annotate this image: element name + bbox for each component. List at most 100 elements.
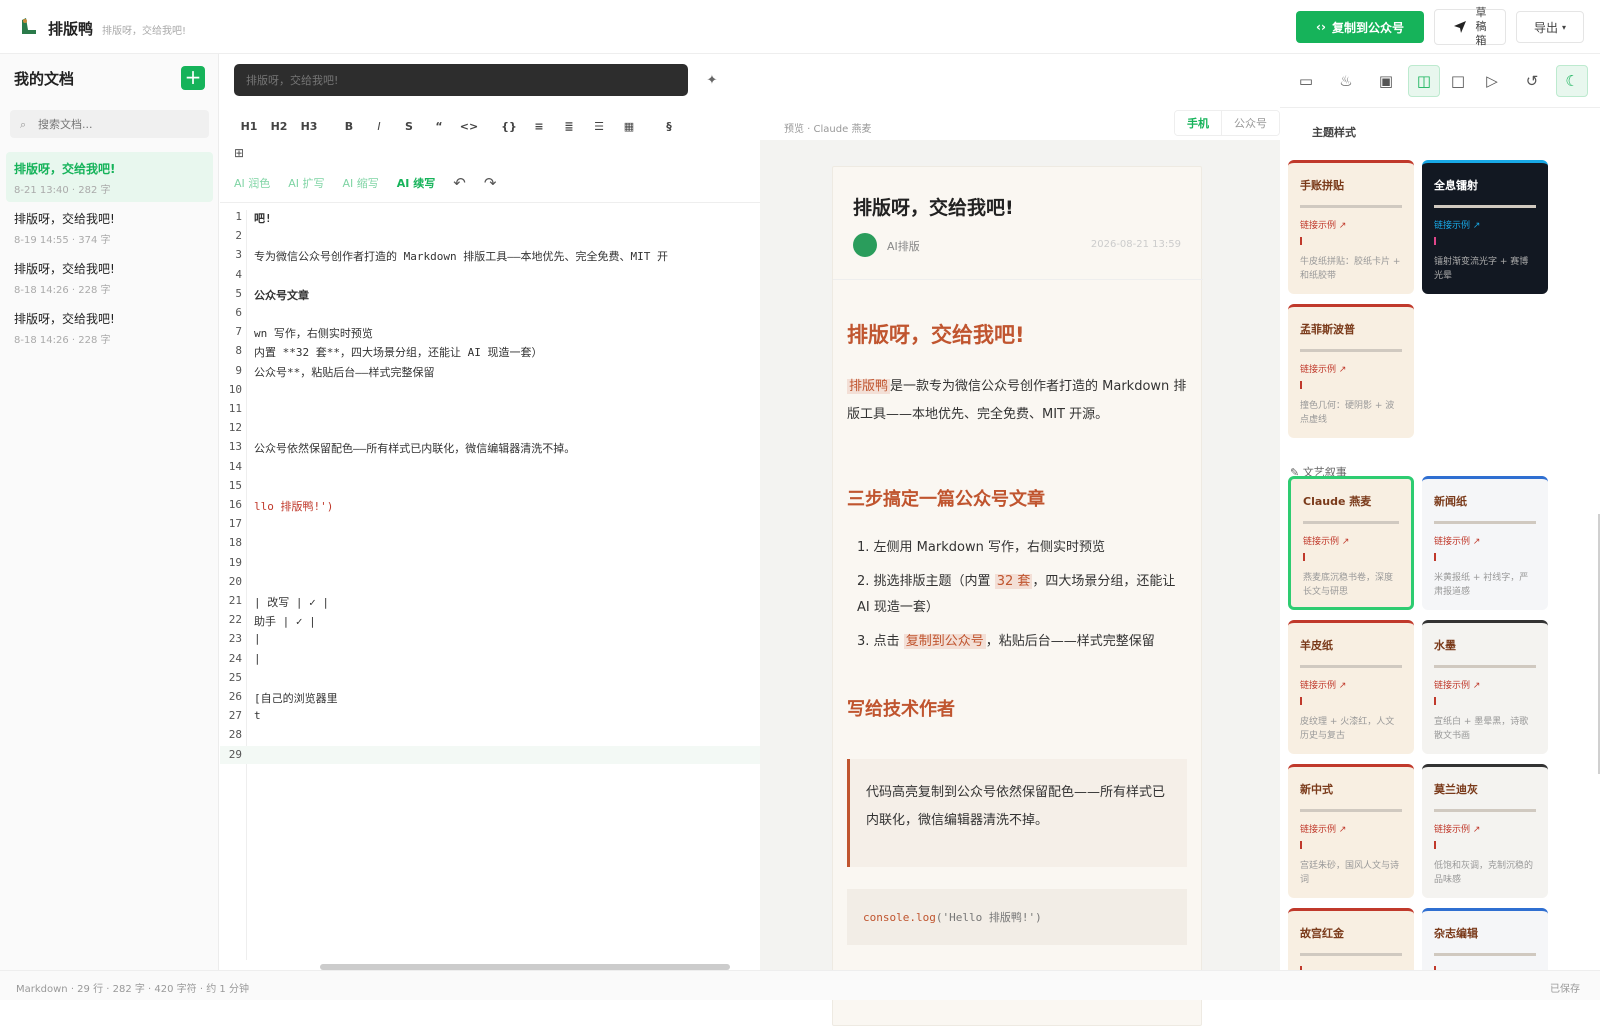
theme-card[interactable]: 故宫红金 (1288, 908, 1414, 970)
format-button[interactable]: B (334, 120, 364, 133)
theme-card-name: 手账拼贴 (1300, 179, 1344, 192)
magic-wand-icon[interactable]: ✦ (698, 66, 726, 94)
theme-card[interactable]: 羊皮纸 链接示例 ↗ 皮纹理 + 火漆红，人文历史与复古 (1288, 620, 1414, 754)
line-number: 28 (228, 728, 242, 742)
redo-icon[interactable]: ↷ (484, 174, 497, 192)
line-number: 10 (228, 382, 242, 396)
format-button[interactable]: H1 (234, 120, 264, 133)
theme-card[interactable]: Claude 燕麦 链接示例 ↗ 燕麦底沉稳书卷，深度长文与研思 (1288, 476, 1414, 610)
theme-card-desc: 宣纸白 + 墨晕黑，诗歌散文书画 (1434, 717, 1529, 741)
export-button[interactable]: 导出 ▾ (1516, 11, 1584, 43)
line-number: 2 (235, 229, 242, 243)
preview-theme-hint[interactable]: 预览 · Claude 燕麦 (784, 120, 871, 135)
line-number: 21 (228, 594, 242, 607)
code-line: 公众号文章 (254, 288, 309, 302)
theme-card[interactable]: 莫兰迪灰 链接示例 ↗ 低饱和灰调，克制沉稳的品味感 (1422, 764, 1548, 898)
format-button[interactable]: H3 (294, 120, 324, 133)
dark-mode-icon[interactable]: ☾ (1556, 65, 1588, 97)
theme-card-decoration (1303, 521, 1399, 524)
undo-icon[interactable]: ↶ (453, 174, 466, 192)
code-line: 助手 | ✓ | (254, 615, 316, 629)
history-icon[interactable]: ↺ (1516, 65, 1548, 97)
tab-wechat[interactable]: 公众号 (1222, 111, 1279, 135)
theme-card[interactable]: 孟菲斯波普 链接示例 ↗ 撞色几何：硬阴影 + 波点虚线 (1288, 304, 1414, 438)
list-item[interactable]: 排版呀，交给我吧! 8-19 14:55 · 374 字 (6, 202, 213, 252)
theme-card-name: 莫兰迪灰 (1434, 783, 1478, 796)
theme-card-decoration (1434, 841, 1436, 849)
format-button[interactable]: {} (494, 120, 524, 133)
document-list: 排版呀，交给我吧! 8-21 13:40 · 282 字 排版呀，交给我吧! 8… (6, 152, 213, 352)
code-editor[interactable]: 1 吧! 2 3 专为微信公众号创作者打造的 Markdown 排版工具——本地优先、完… (220, 210, 760, 960)
format-button[interactable]: § (654, 120, 684, 133)
format-button[interactable]: ≡ (524, 120, 554, 133)
ai-prompt-input[interactable] (234, 64, 688, 96)
line-number: 26 (228, 690, 242, 703)
article-subheading: 三步搞定一篇公众号文章 (847, 489, 1045, 510)
theme-card-name: 新中式 (1300, 783, 1333, 796)
article-title: 排版呀，交给我吧! (853, 197, 1014, 219)
blockquote: 代码高亮复制到公众号依然保留配色——所有样式已内联化，微信编辑器清洗不掉。 (847, 759, 1187, 867)
preview-only-icon[interactable]: ▷ (1476, 65, 1508, 97)
document-sidebar: 我的文档 + ⌕ 排版呀，交给我吧! 8-21 13:40 · 282 字 排版… (0, 54, 219, 970)
ai-continue-button[interactable]: AI 续写 (397, 175, 435, 191)
code-line: t (254, 709, 261, 723)
theme-card-link: 链接示例 ↗ (1300, 221, 1347, 231)
flame-icon[interactable]: ♨ (1330, 65, 1362, 97)
list-item[interactable]: 排版呀，交给我吧! 8-21 13:40 · 282 字 (6, 152, 213, 202)
theme-card-decoration (1300, 809, 1402, 812)
theme-panel-title: 主题样式 (1312, 126, 1356, 139)
theme-card-decoration (1300, 697, 1302, 705)
theme-card-desc: 镭射渐变流光字 + 赛博光晕 (1434, 257, 1529, 281)
single-view-icon[interactable]: □ (1442, 65, 1474, 97)
theme-card-decoration (1300, 381, 1302, 389)
code-line: [自己的浏览器里 (254, 692, 338, 705)
format-button[interactable]: ▦ (614, 120, 644, 133)
article-author: AI排版 (887, 240, 920, 253)
line-number: 8 (235, 344, 242, 358)
list-item[interactable]: 排版呀，交给我吧! 8-18 14:26 · 228 字 (6, 252, 213, 302)
theme-card-decoration (1434, 665, 1536, 668)
search-docs-input[interactable] (10, 110, 209, 138)
theme-card[interactable]: 新闻纸 链接示例 ↗ 米黄报纸 + 衬线字，严肃报道感 (1422, 476, 1548, 610)
theme-card-decoration (1434, 553, 1436, 561)
theme-card-decoration (1434, 521, 1536, 524)
format-button[interactable]: ≣ (554, 120, 584, 133)
line-number: 13 (228, 440, 242, 454)
theme-card-desc: 牛皮纸拼贴：胶纸卡片 + 和纸胶带 (1300, 257, 1401, 281)
line-number: 5 (235, 286, 242, 300)
theme-card[interactable]: 手账拼贴链接示例 ↗ 牛皮纸拼贴：胶纸卡片 + 和纸胶带 (1288, 160, 1414, 294)
image-icon[interactable]: ▣ (1370, 65, 1402, 97)
ai-polish-button[interactable]: AI 润色 (234, 175, 270, 191)
copy-to-wechat-button[interactable]: ‹› 复制到公众号 (1296, 11, 1424, 43)
theme-card-link: 链接示例 ↗ (1300, 365, 1347, 375)
line-number: 4 (235, 267, 242, 281)
format-button[interactable]: I (364, 120, 394, 133)
theme-card-link: 链接示例 ↗ (1300, 681, 1347, 691)
format-button[interactable]: <> (454, 120, 484, 133)
image-button[interactable]: ⊞ (234, 146, 244, 160)
theme-card[interactable]: 杂志编辑 (1422, 908, 1548, 970)
format-button[interactable]: “ (424, 120, 454, 133)
send-icon (1454, 21, 1466, 33)
ai-shorten-button[interactable]: AI 缩写 (343, 175, 379, 191)
drafts-button[interactable]: 草稿箱 (1434, 6, 1506, 47)
format-button[interactable]: S (394, 120, 424, 133)
theme-card-name: 水墨 (1434, 639, 1456, 652)
list-item[interactable]: 排版呀，交给我吧! 8-18 14:26 · 228 字 (6, 302, 213, 352)
theme-card-decoration (1300, 237, 1302, 245)
duck-logo-icon (22, 18, 36, 34)
new-document-button[interactable]: + (181, 66, 205, 90)
comment-icon[interactable]: ▭ (1290, 65, 1322, 97)
list-item: 3. 点击 复制到公众号 ，粘贴后台——样式完整保留 (857, 634, 1155, 649)
theme-card[interactable]: 全息镭射 链接示例 ↗ 镭射渐变流光字 + 赛博光晕 (1422, 160, 1548, 294)
theme-card[interactable]: 新中式 链接示例 ↗ 宫廷朱砂，国风人文与诗词 (1288, 764, 1414, 898)
format-button[interactable]: ☰ (584, 120, 614, 133)
split-view-icon[interactable]: ◫ (1408, 65, 1440, 97)
ai-expand-button[interactable]: AI 扩写 (288, 175, 324, 191)
format-button[interactable]: H2 (264, 120, 294, 133)
tab-phone[interactable]: 手机 (1175, 111, 1222, 135)
code-line: | (254, 651, 261, 665)
theme-card-decoration (1300, 953, 1402, 956)
theme-card[interactable]: 水墨 链接示例 ↗ 宣纸白 + 墨晕黑，诗歌散文书画 (1422, 620, 1548, 754)
app-slogan: 排版呀，交给我吧! (102, 26, 187, 37)
